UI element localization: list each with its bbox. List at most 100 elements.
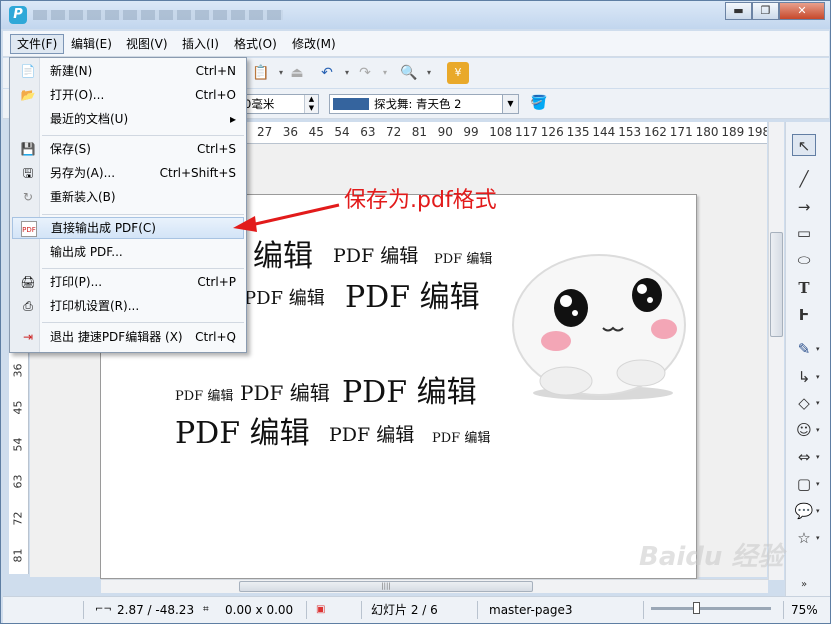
star-dropdown-icon[interactable]: ▾	[816, 534, 820, 542]
ruler-tick-label: 45	[308, 125, 324, 139]
reload-icon: ↻	[22, 190, 34, 204]
color-select[interactable]: 探戈舞: 青天色 2 ▼	[329, 94, 519, 114]
callout-dropdown-icon[interactable]: ▾	[816, 507, 820, 515]
fill-bucket-icon[interactable]: 🪣	[529, 93, 549, 113]
flowchart-dropdown-icon[interactable]: ▾	[816, 480, 820, 488]
menu-item-save[interactable]: 💾 保存(S) Ctrl+S	[12, 138, 244, 160]
slide-text[interactable]: PDF 编辑	[175, 408, 310, 452]
menu-item-export-pdf[interactable]: 输出成 PDF...	[12, 241, 244, 263]
paste-icon[interactable]: 📋	[251, 63, 271, 83]
mascot-image[interactable]	[511, 253, 686, 405]
zoom-slider[interactable]	[651, 607, 771, 610]
minimize-button[interactable]: ▬	[725, 2, 752, 20]
object-size: 0.00 x 0.00	[225, 603, 294, 617]
menu-modify[interactable]: 修改(M)	[286, 34, 342, 54]
slide-text[interactable]: PDF 编辑	[329, 420, 414, 447]
ruler-tick-label: 63	[360, 125, 376, 139]
divider	[783, 601, 784, 619]
menu-item-reload[interactable]: ↻ 重新装入(B)	[12, 186, 244, 208]
callout-icon[interactable]: 💬	[792, 500, 816, 522]
menu-item-save-as[interactable]: 🖫 另存为(A)... Ctrl+Shift+S	[12, 162, 244, 184]
slide-text[interactable]: PDF 编辑	[345, 272, 480, 316]
ruler-tick-label: 171	[669, 125, 693, 139]
undo-dropdown-icon[interactable]: ▾	[337, 63, 357, 83]
horizontal-scroll-thumb[interactable]: ||||	[239, 581, 533, 592]
maximize-button[interactable]: ❐	[752, 2, 779, 20]
menu-view[interactable]: 视图(V)	[120, 34, 174, 54]
drawing-toolbar: ↖ ╱ → ▭ ⬭ T Ⱶ ✎ ▾ ↳ ▾ ◇ ▾ ☺ ▾ ⇔ ▾ ▢ ▾ 💬 …	[785, 122, 830, 596]
slide-text[interactable]: PDF 编辑	[432, 427, 490, 446]
divider	[361, 601, 362, 619]
undo-icon[interactable]: ↶	[317, 63, 337, 83]
close-button[interactable]: ✕	[779, 2, 825, 20]
menu-item-shortcut: Ctrl+Shift+S	[159, 166, 236, 180]
spin-arrows-icon[interactable]: ▲ ▼	[304, 95, 318, 113]
slide-text[interactable]: PDF 编辑	[240, 377, 330, 406]
symbol-shapes-icon[interactable]: ☺	[792, 419, 816, 441]
menu-item-new[interactable]: 📄 新建(N) Ctrl+N	[12, 60, 244, 82]
curve-dropdown-icon[interactable]: ▾	[816, 345, 820, 353]
redo-icon[interactable]: ↷	[355, 63, 375, 83]
vertical-scroll-thumb[interactable]	[770, 232, 783, 337]
printer-settings-icon: ⎙	[23, 299, 33, 313]
vertical-text-icon[interactable]: Ⱶ	[792, 304, 816, 326]
slide-text[interactable]: PDF 编辑	[342, 367, 477, 411]
arrows-dropdown-icon[interactable]: ▾	[816, 453, 820, 461]
menu-edit[interactable]: 编辑(E)	[65, 34, 118, 54]
menu-item-label: 另存为(A)...	[50, 166, 116, 180]
slide-text[interactable]: PDF 编辑	[434, 248, 492, 267]
line-icon[interactable]: ╱	[792, 168, 816, 190]
zoom-slider-knob[interactable]	[693, 602, 700, 614]
ruler-tick-label: 99	[463, 125, 479, 139]
menu-item-label: 退出 捷速PDF编辑器 (X)	[50, 330, 183, 344]
ellipse-icon[interactable]: ⬭	[792, 249, 816, 271]
select-arrow-icon[interactable]: ↖	[792, 134, 816, 156]
ruler-tick-label: 45	[11, 400, 25, 415]
app-window: P ▬ ❐ ✕ 文件(F) 编辑(E) 视图(V) 插入(I) 格式(O) 修改…	[0, 0, 831, 624]
size-spinbox[interactable]: 0毫米 ▲ ▼	[241, 94, 319, 114]
more-tools-icon[interactable]: »	[792, 574, 816, 596]
menu-item-print[interactable]: 🖨 打印(P)... Ctrl+P	[12, 271, 244, 293]
slide-text[interactable]: PDF 编辑	[244, 284, 325, 310]
menu-item-export-pdf-direct[interactable]: PDF 直接输出成 PDF(C)	[12, 217, 244, 239]
menu-item-label: 最近的文档(U)	[50, 112, 129, 126]
slide-text[interactable]: 编辑	[253, 231, 313, 275]
slide-text[interactable]: PDF 编辑	[175, 385, 233, 404]
rectangle-icon[interactable]: ▭	[792, 222, 816, 244]
menu-format[interactable]: 格式(O)	[228, 34, 283, 54]
buy-icon[interactable]: ¥	[447, 62, 469, 84]
ruler-tick-label: 162	[644, 125, 667, 139]
chevron-down-icon[interactable]: ▼	[502, 95, 518, 113]
horizontal-scrollbar[interactable]: ||||	[101, 579, 768, 593]
ruler-tick-label: 153	[618, 125, 642, 139]
menu-item-label: 保存(S)	[50, 142, 91, 156]
menu-file[interactable]: 文件(F)	[10, 34, 65, 54]
star-icon[interactable]: ☆	[792, 527, 816, 549]
connector-dropdown-icon[interactable]: ▾	[816, 373, 820, 381]
block-arrows-icon[interactable]: ⇔	[792, 446, 816, 468]
redo-dropdown-icon[interactable]: ▾	[375, 63, 395, 83]
slide-text[interactable]: PDF 编辑	[333, 241, 418, 268]
connector-icon[interactable]: ↳	[792, 366, 816, 388]
submenu-arrow-icon: ▸	[229, 112, 236, 126]
arrow-line-icon[interactable]: →	[792, 196, 816, 218]
title-bar: P ▬ ❐ ✕	[1, 1, 830, 29]
ruler-tick-label: 72	[11, 511, 25, 526]
zoom-level[interactable]: 75%	[791, 602, 818, 618]
clone-format-icon[interactable]: ⏏	[287, 63, 307, 83]
flowchart-icon[interactable]: ▢	[792, 473, 816, 495]
menu-item-open[interactable]: 📂 打开(O)... Ctrl+O	[12, 84, 244, 106]
basic-shapes-icon[interactable]: ◇	[792, 392, 816, 414]
text-icon[interactable]: T	[792, 277, 816, 299]
menu-item-recent[interactable]: 最近的文档(U) ▸	[12, 108, 244, 130]
ruler-tick-label: 108	[489, 125, 513, 139]
menu-item-printer-settings[interactable]: ⎙ 打印机设置(R)...	[12, 295, 244, 317]
zoom-dropdown-icon[interactable]: ▾	[419, 63, 439, 83]
symbol-dropdown-icon[interactable]: ▾	[816, 426, 820, 434]
shapes-dropdown-icon[interactable]: ▾	[816, 399, 820, 407]
menu-item-exit[interactable]: ⇥ 退出 捷速PDF编辑器 (X) Ctrl+Q	[12, 326, 244, 348]
zoom-icon[interactable]: 🔍	[399, 63, 419, 83]
vertical-scrollbar[interactable]	[768, 122, 784, 580]
menu-insert[interactable]: 插入(I)	[176, 34, 225, 54]
curve-icon[interactable]: ✎	[792, 338, 816, 360]
